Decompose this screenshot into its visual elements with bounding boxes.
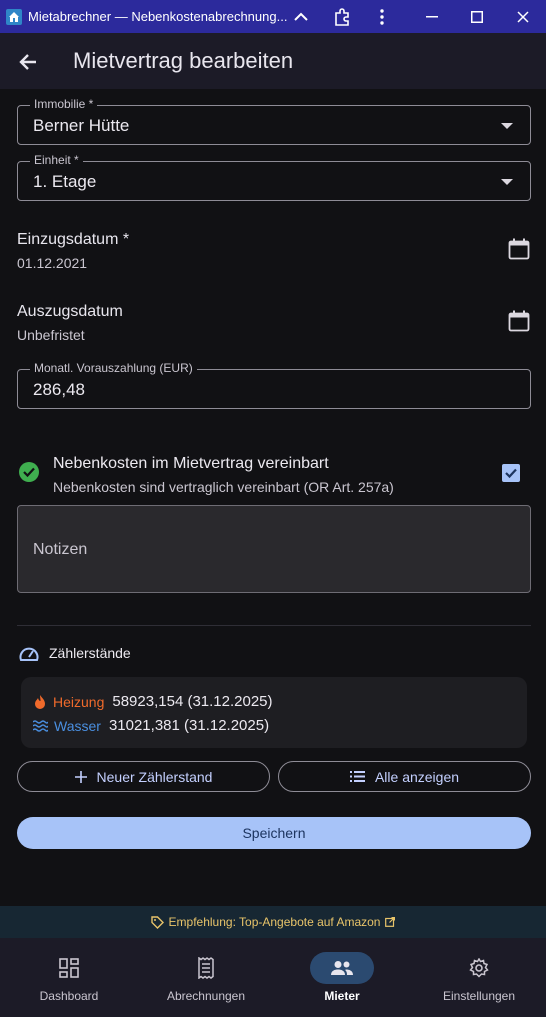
nav-pill (447, 952, 511, 984)
check-circle-icon (19, 462, 39, 482)
calendar-icon[interactable] (508, 238, 530, 260)
checkbox-checked[interactable] (502, 464, 520, 482)
meter-name-heizung: Heizung (53, 693, 105, 710)
new-meter-reading-label: Neuer Zählerstand (96, 768, 213, 785)
speedometer-icon (19, 647, 39, 661)
nav-label-mieter: Mieter (324, 989, 360, 1003)
meter-readings-card: Heizung 58923,154 (31.12.2025) Wasser 31… (21, 677, 527, 748)
einheit-label: Einheit * (30, 153, 83, 167)
vorauszahlung-label: Monatl. Vorauszahlung (EUR) (30, 361, 197, 375)
nav-pill (174, 952, 238, 984)
immobilie-select[interactable]: Immobilie * Berner Hütte (17, 97, 531, 145)
nav-item-einstellungen[interactable]: Einstellungen (411, 938, 546, 1017)
list-icon (349, 771, 365, 782)
window-titlebar: Mietabrechner — Nebenkostenabrechnung... (0, 0, 546, 33)
auszugsdatum-value: Unbefristet (17, 327, 85, 343)
nav-label-abrechnungen: Abrechnungen (166, 989, 246, 1003)
gear-icon (469, 958, 489, 978)
receipt-icon (198, 957, 214, 979)
nebenkosten-subtitle: Nebenkosten sind vertraglich vereinbart … (53, 479, 394, 495)
flame-icon (35, 694, 45, 709)
dropdown-arrow-icon (501, 123, 513, 129)
nav-pill-active (310, 952, 374, 984)
chevron-up-icon[interactable] (283, 0, 319, 33)
people-icon (331, 961, 353, 975)
back-arrow-icon[interactable] (16, 49, 42, 75)
dashboard-icon (59, 958, 79, 978)
tag-icon (150, 915, 164, 929)
close-icon[interactable] (505, 0, 541, 33)
meter-value-heizung: 58923,154 (31.12.2025) (112, 693, 273, 710)
nebenkosten-title: Nebenkosten im Mietvertrag vereinbart (53, 455, 329, 472)
nav-item-dashboard[interactable]: Dashboard (1, 938, 137, 1017)
save-button[interactable]: Speichern (17, 817, 531, 849)
einzugsdatum-value: 01.12.2021 (17, 255, 88, 271)
app-bar: Mietvertrag bearbeiten (0, 33, 546, 89)
maximize-icon[interactable] (459, 0, 495, 33)
page-title: Mietvertrag bearbeiten (73, 48, 294, 73)
einzugsdatum-label: Einzugsdatum * (17, 231, 130, 248)
meter-row-heizung: Heizung 58923,154 (31.12.2025) (33, 693, 273, 710)
external-link-icon (385, 917, 396, 927)
nav-item-mieter[interactable]: Mieter (274, 938, 410, 1017)
promo-text: Empfehlung: Top-Angebote auf Amazon (168, 915, 381, 929)
vorauszahlung-input[interactable]: Monatl. Vorauszahlung (EUR) 286,48 (17, 361, 531, 409)
divider (17, 625, 531, 626)
auszugsdatum-label: Auszugsdatum (17, 303, 123, 320)
new-meter-reading-button[interactable]: Neuer Zählerstand (17, 761, 270, 792)
plus-icon (74, 770, 87, 783)
notizen-placeholder: Notizen (33, 541, 88, 558)
bottom-navigation: Dashboard Abrechnungen Mieter Einstellun… (0, 938, 546, 1017)
nav-pill (37, 952, 101, 984)
einheit-select[interactable]: Einheit * 1. Etage (17, 153, 531, 201)
show-all-label: Alle anzeigen (374, 768, 460, 785)
immobilie-label: Immobilie * (30, 97, 98, 111)
save-label: Speichern (242, 825, 306, 841)
meter-value-wasser: 31021,381 (31.12.2025) (108, 717, 270, 734)
meter-row-wasser: Wasser 31021,381 (31.12.2025) (33, 717, 269, 734)
app-house-icon (6, 8, 22, 25)
nav-label-dashboard: Dashboard (39, 989, 99, 1003)
immobilie-value: Berner Hütte (33, 116, 130, 135)
einheit-value: 1. Etage (33, 172, 97, 191)
calendar-icon[interactable] (508, 310, 530, 332)
water-waves-icon (33, 719, 48, 732)
minimize-icon[interactable] (414, 0, 450, 33)
meter-name-wasser: Wasser (54, 717, 101, 734)
window-title: Mietabrechner — Nebenkostenabrechnung... (28, 9, 288, 24)
vorauszahlung-value: 286,48 (33, 380, 85, 399)
notizen-field[interactable]: Notizen (17, 505, 531, 593)
nav-label-einstellungen: Einstellungen (442, 989, 516, 1003)
more-vert-icon[interactable] (364, 0, 400, 33)
show-all-button[interactable]: Alle anzeigen (278, 761, 531, 792)
zaehlerstaende-heading: Zählerstände (49, 645, 131, 661)
nav-item-abrechnungen[interactable]: Abrechnungen (138, 938, 274, 1017)
dropdown-arrow-icon (501, 179, 513, 185)
promo-banner[interactable]: Empfehlung: Top-Angebote auf Amazon (0, 906, 546, 938)
extension-icon[interactable] (324, 0, 360, 33)
